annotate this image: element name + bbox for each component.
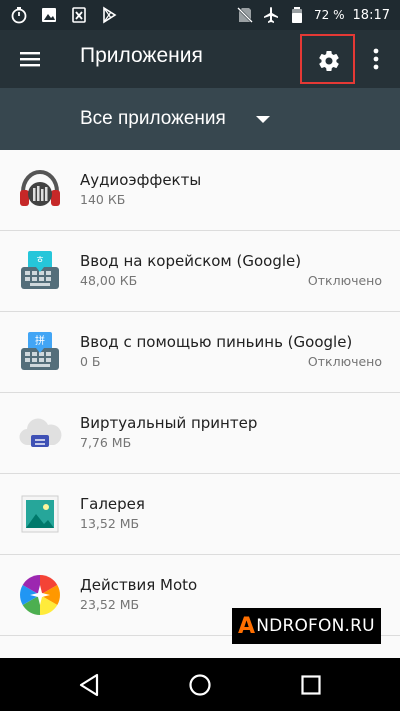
- audio-effects-icon: [20, 169, 60, 206]
- list-item[interactable]: Галерея 13,52 МБ: [0, 474, 400, 555]
- play-store-icon: [103, 6, 117, 24]
- pinyin-keyboard-icon: 拼: [21, 332, 59, 370]
- image-icon: [42, 8, 56, 22]
- notification-icons: [10, 6, 118, 24]
- app-name: Действия Moto: [80, 576, 198, 594]
- menu-icon[interactable]: [18, 47, 42, 71]
- excel-icon: [72, 7, 86, 23]
- app-size: 13,52 МБ: [80, 516, 140, 531]
- settings-icon: [319, 51, 339, 72]
- list-item[interactable]: Виртуальный принтер 7,76 МБ: [0, 393, 400, 474]
- gallery-icon: [21, 495, 59, 533]
- app-name: Аудиоэффекты: [80, 171, 202, 189]
- system-indicators: 72 % 18:17: [236, 6, 390, 24]
- watermark-text: NDROFON.RU: [256, 616, 375, 636]
- app-name: Галерея: [80, 495, 145, 513]
- app-size: 23,52 МБ: [80, 597, 140, 612]
- app-bar: Приложения: [0, 30, 400, 88]
- moto-actions-icon: [20, 575, 60, 615]
- watermark: A NDROFON.RU: [232, 608, 381, 644]
- back-icon[interactable]: [77, 672, 103, 698]
- app-size: 140 КБ: [80, 192, 126, 207]
- app-list: Аудиоэффекты 140 КБ ㅎ Ввод на корейском …: [0, 150, 400, 658]
- list-item[interactable]: 拼 Ввод с помощью пиньинь (Google) 0 Б От…: [0, 312, 400, 393]
- app-status: Отключено: [307, 273, 382, 288]
- app-name: Виртуальный принтер: [80, 414, 258, 432]
- app-status: Отключено: [307, 354, 382, 369]
- no-sim-icon: [237, 7, 253, 23]
- home-icon[interactable]: [187, 672, 213, 698]
- filter-label: Все приложения: [80, 108, 226, 129]
- app-name: Ввод с помощью пиньинь (Google): [80, 333, 353, 351]
- svg-text:拼: 拼: [35, 334, 45, 347]
- korean-keyboard-icon: ㅎ: [21, 251, 59, 289]
- navigation-bar: [0, 658, 400, 711]
- battery-percent: 72 %: [314, 8, 345, 22]
- svg-text:ㅎ: ㅎ: [35, 255, 44, 266]
- settings-button[interactable]: [300, 34, 355, 84]
- clock: 18:17: [352, 7, 390, 23]
- airplane-mode-icon: [264, 7, 279, 23]
- list-item[interactable]: Аудиоэффекты 140 КБ: [0, 150, 400, 231]
- recents-icon[interactable]: [298, 672, 324, 698]
- app-size: 0 Б: [80, 354, 101, 369]
- app-filter-dropdown[interactable]: Все приложения: [0, 88, 400, 150]
- list-item[interactable]: ㅎ Ввод на корейском (Google) 48,00 КБ От…: [0, 231, 400, 312]
- more-options-icon[interactable]: [366, 46, 386, 72]
- watermark-accent: A: [238, 613, 256, 639]
- timer-icon: [11, 7, 27, 24]
- dropdown-arrow-icon: [256, 116, 270, 123]
- battery-icon: [292, 7, 303, 23]
- page-title: Приложения: [80, 44, 203, 67]
- app-name: Ввод на корейском (Google): [80, 252, 302, 270]
- app-size: 7,76 МБ: [80, 435, 132, 450]
- cloud-print-icon: [19, 418, 62, 447]
- status-bar: 72 % 18:17: [0, 0, 400, 30]
- app-size: 48,00 КБ: [80, 273, 138, 288]
